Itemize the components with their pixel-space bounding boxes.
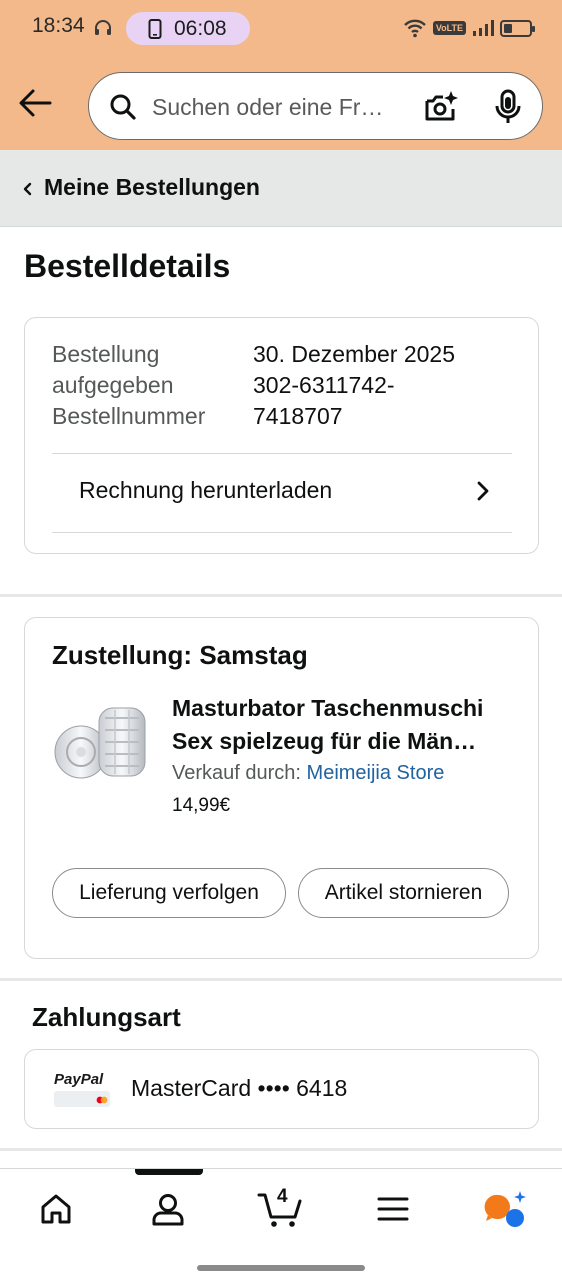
paypal-logo: PayPal: [52, 1069, 112, 1109]
status-time: 18:34: [32, 14, 85, 37]
delivery-card: Zustellung: Samstag Masturbator Taschenm…: [24, 617, 539, 959]
status-icons: VoLTE: [403, 16, 535, 40]
payment-card: PayPal MasterCard •••• 6418: [24, 1049, 539, 1129]
cancel-item-button[interactable]: Artikel stornieren: [298, 868, 509, 918]
search-icon[interactable]: [109, 93, 137, 121]
product-title-line: Sex spielzeug für die Män…: [172, 728, 477, 754]
product-title-line: Masturbator Taschenmuschi: [172, 695, 484, 721]
nav-menu[interactable]: [369, 1187, 417, 1231]
download-invoice-row[interactable]: Rechnung herunterladen: [52, 454, 512, 532]
order-number-part1: 302-6311742-: [253, 372, 395, 398]
seller-prefix: Verkauf durch:: [172, 762, 301, 784]
page-title: Bestelldetails: [24, 248, 231, 284]
active-tab-indicator: [135, 1169, 203, 1175]
section-divider: [0, 1148, 562, 1151]
wifi-icon: [403, 19, 426, 38]
bottom-nav: 4: [0, 1168, 562, 1280]
payment-method: MasterCard •••• 6418: [131, 1075, 348, 1101]
search-bar[interactable]: [88, 72, 543, 140]
track-delivery-button[interactable]: Lieferung verfolgen: [52, 868, 286, 918]
rufus-icon: [484, 1191, 526, 1227]
order-info-labels: Bestellung aufgegeben Bestellnummer: [52, 339, 205, 432]
chevron-left-icon: [23, 182, 32, 196]
order-info-card: Bestellung aufgegeben Bestellnummer 30. …: [24, 317, 539, 554]
seller-info: Verkauf durch: Meimeijia Store: [172, 762, 444, 785]
profile-icon: [152, 1194, 184, 1226]
order-number-label: Bestellnummer: [52, 403, 206, 429]
order-date-label: Bestellung: [52, 341, 160, 367]
breadcrumb[interactable]: Meine Bestellungen: [0, 150, 562, 227]
menu-icon: [377, 1197, 409, 1221]
headset-icon: [95, 20, 111, 35]
order-date-label-2: aufgegeben: [52, 372, 174, 398]
signal-icon: [473, 20, 494, 36]
order-number-part2: 7418707: [253, 403, 343, 429]
section-divider: [0, 594, 562, 597]
chevron-right-icon: [477, 481, 489, 501]
divider: [52, 532, 512, 533]
home-icon: [41, 1194, 71, 1224]
order-info-values: 30. Dezember 2025 302-6311742- 7418707: [253, 339, 503, 432]
microphone-icon[interactable]: [493, 89, 523, 125]
call-indicator[interactable]: 06:08: [126, 12, 250, 45]
breadcrumb-link[interactable]: Meine Bestellungen: [44, 174, 260, 201]
search-input[interactable]: [152, 91, 407, 123]
download-invoice-label: Rechnung herunterladen: [79, 477, 333, 503]
product-image[interactable]: [51, 700, 151, 782]
header-area: 18:34 06:08 VoLTE: [0, 0, 562, 150]
call-timer: 06:08: [174, 17, 227, 40]
cart-count-badge: 4: [277, 1186, 288, 1207]
paypal-card-icon: PayPal: [52, 1069, 112, 1109]
battery-icon: [500, 19, 535, 37]
nav-rufus[interactable]: [481, 1187, 529, 1231]
section-divider: [0, 978, 562, 981]
payment-title: Zahlungsart: [32, 1002, 181, 1032]
camera-ai-icon[interactable]: [423, 89, 459, 125]
delivery-title: Zustellung: Samstag: [52, 640, 308, 670]
product-title[interactable]: Masturbator Taschenmuschi Sex spielzeug …: [172, 692, 522, 758]
nav-cart[interactable]: 4: [256, 1186, 304, 1231]
seller-link[interactable]: Meimeijia Store: [307, 762, 445, 784]
home-gesture-bar[interactable]: [197, 1265, 365, 1271]
back-arrow-icon[interactable]: [16, 86, 54, 120]
nav-home[interactable]: [32, 1187, 80, 1231]
volte-icon: VoLTE: [432, 21, 466, 35]
paypal-wordmark: PayPal: [54, 1071, 104, 1088]
status-bar: 18:34 06:08 VoLTE: [0, 0, 562, 56]
order-date: 30. Dezember 2025: [253, 341, 456, 367]
nav-profile[interactable]: [144, 1187, 192, 1231]
phone-icon: [148, 19, 162, 39]
product-price: 14,99€: [172, 795, 231, 816]
